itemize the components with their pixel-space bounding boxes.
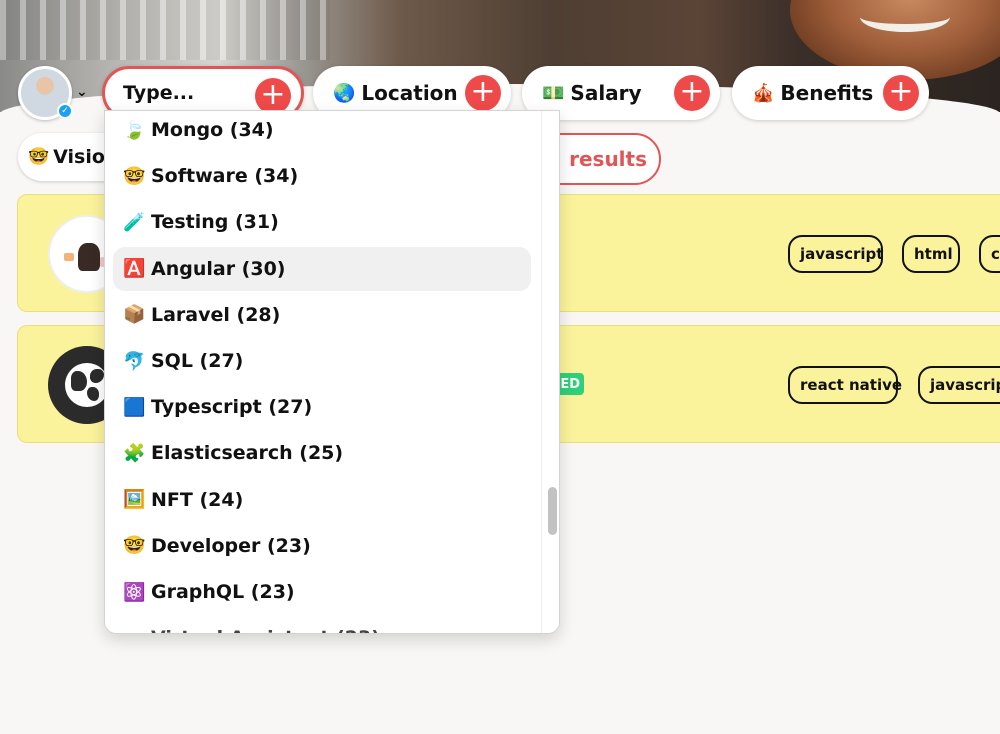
dropdown-option[interactable]: ⚪Virtual Assistant (23) [113,616,531,633]
option-label: Angular (30) [151,257,286,280]
globe-land [90,369,104,383]
type-dropdown[interactable]: 🍃 Mongo (34) 🤓 Software (34) 🧪 Testing (31) 🅰️… [104,110,560,634]
salary-label: Salary [570,81,642,105]
dropdown-option[interactable]: 🧩 Elasticsearch (25) [113,431,531,475]
globe-land [87,387,99,401]
chevron-down-icon[interactable]: ⌄ [76,84,88,100]
option-icon: 🍃 [123,119,146,141]
tag-javascript[interactable]: javascript [918,366,1000,404]
dropdown-option[interactable]: 🤓 Software (34) [113,154,531,198]
location-label: Location [361,81,458,105]
dropdown-option[interactable]: 🤓 Developer (23) [113,524,531,568]
add-benefits-button[interactable]: + [883,75,919,111]
tag-css[interactable]: css [979,235,1000,273]
option-label: Typescript (27) [151,396,313,419]
globe-icon [65,363,109,407]
tag-react-native[interactable]: react native [788,366,902,404]
option-icon: 📦 [123,304,146,326]
money-icon: 💵 [542,82,565,104]
vision-chip-label: Visio [53,146,105,168]
option-label: GraphQL (23) [151,581,295,603]
circus-tent-icon: 🎪 [752,82,775,104]
dropdown-option[interactable]: 🐬 SQL (27) [113,339,531,383]
option-label: Laravel (28) [151,303,281,326]
option-label: Virtual Assistant (23) [151,627,380,633]
dropdown-option[interactable]: ⚛️ GraphQL (23) [113,570,531,614]
globe-icon: 🌏 [333,82,356,104]
dropdown-option[interactable]: 🟦 Typescript (27) [113,385,531,429]
option-label: NFT (24) [151,488,244,511]
option-icon: 🧪 [123,211,146,233]
dropdown-option[interactable]: 🖼️ NFT (24) [113,478,531,522]
option-icon: 🐬 [123,350,146,372]
user-avatar[interactable]: ✓ [18,66,73,120]
option-icon: ⚪ [123,628,151,633]
benefits-label: Benefits [780,81,874,105]
add-type-button[interactable]: + [255,78,291,114]
option-icon: 🖼️ [123,489,146,511]
tag-javascript[interactable]: javascript [788,235,883,273]
option-icon: 🤓 [123,535,146,557]
option-icon: 🧩 [123,442,146,464]
option-label: Elasticsearch (25) [151,442,344,465]
logo-figure [78,243,100,271]
type-search-input[interactable] [123,82,253,104]
option-label: Developer (23) [151,534,311,557]
scrollbar-thumb[interactable] [548,487,557,535]
option-icon: 🟦 [123,396,146,418]
add-salary-button[interactable]: + [674,75,710,111]
option-label: Software (34) [151,165,299,188]
verified-icon: ✓ [57,103,73,119]
tag-html[interactable]: html [902,235,960,273]
benefits-filter[interactable]: 🎪 Benefits + [732,66,929,120]
hero-portrait-smile [860,2,950,32]
option-icon: ⚛️ [123,581,146,603]
dropdown-option[interactable]: 📦 Laravel (28) [113,293,531,337]
dropdown-scrollbar[interactable] [541,111,559,633]
option-icon: 🤓 [123,165,146,187]
logo-detail [64,253,74,261]
type-dropdown-list[interactable]: 🍃 Mongo (34) 🤓 Software (34) 🧪 Testing (31) 🅰️… [105,111,541,633]
option-label: Testing (31) [151,211,279,234]
option-icon: 🅰️ [123,258,146,280]
option-label: SQL (27) [151,350,244,372]
hero-background-detail [0,0,330,60]
add-location-button[interactable]: + [465,75,501,111]
dropdown-option[interactable]: 🍃 Mongo (34) [113,111,531,152]
option-label: Mongo (34) [151,119,274,141]
nerd-face-icon: 🤓 [28,147,50,167]
dropdown-option[interactable]: 🧪 Testing (31) [113,200,531,244]
globe-land [71,371,87,391]
dropdown-option[interactable]: 🅰️ Angular (30) [113,246,531,291]
